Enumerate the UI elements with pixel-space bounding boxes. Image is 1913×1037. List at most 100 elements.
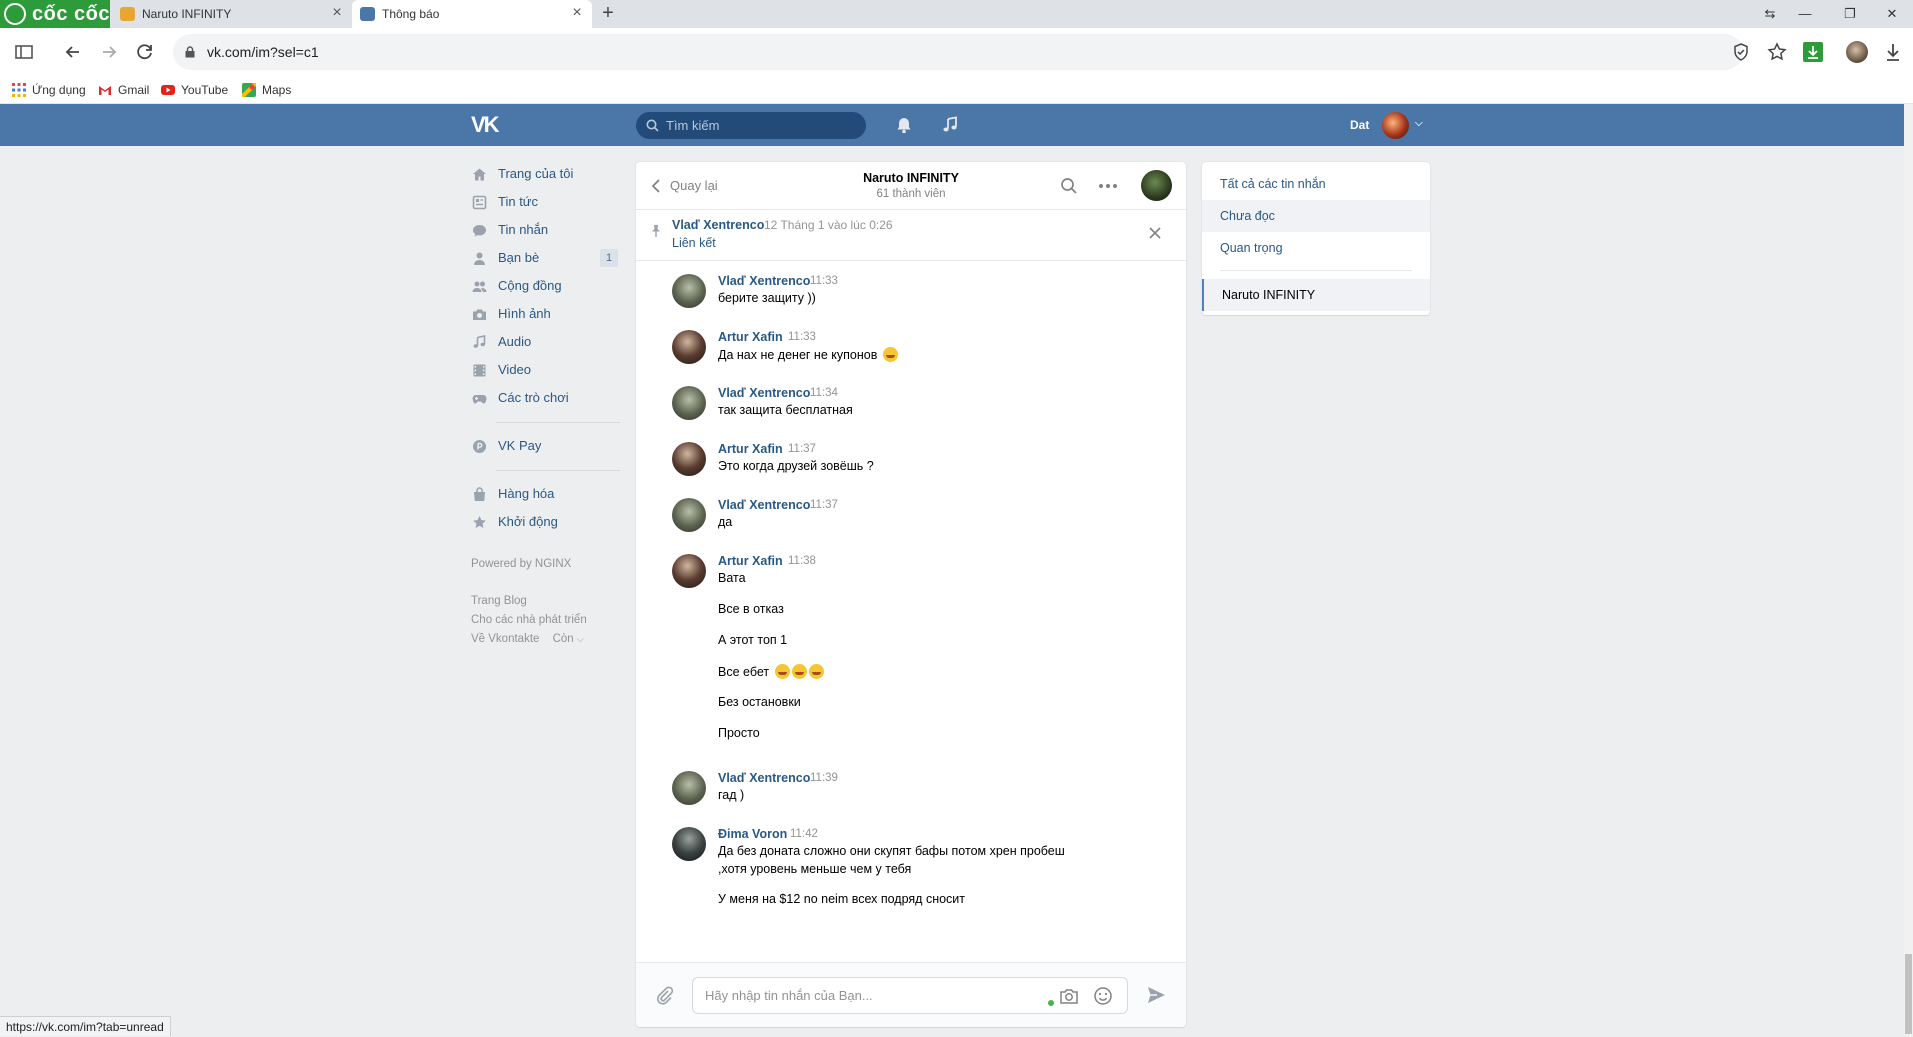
back-arrow-icon[interactable]	[62, 41, 84, 63]
footer-link-about[interactable]: Về Vkontakte	[471, 633, 539, 645]
tab-notifications[interactable]: Thông báo ×	[352, 0, 592, 28]
music-note-icon[interactable]	[941, 116, 959, 134]
sidebar-item-my-page[interactable]: Trang của tôi	[470, 160, 620, 188]
message-author[interactable]: Vlaď Xentrenco	[718, 386, 810, 400]
message-time[interactable]: 11:34	[810, 387, 838, 399]
filter-important[interactable]: Quan trọng	[1202, 232, 1430, 264]
bell-icon[interactable]	[895, 116, 913, 134]
sidebar-item-communities[interactable]: Cộng đồng	[470, 272, 620, 300]
sidebar-item-label: Khởi động	[498, 514, 558, 529]
close-icon[interactable]: ×	[330, 5, 344, 21]
avatar[interactable]	[672, 274, 706, 308]
bookmark-apps[interactable]: Ứng dụng	[12, 76, 86, 104]
restore-button[interactable]: ❐	[1840, 4, 1860, 24]
tab-search-icon[interactable]: ⇆	[1760, 4, 1780, 24]
pinned-author[interactable]: Vlaď Xentrenco	[672, 218, 764, 232]
download-green-icon[interactable]	[1802, 41, 1824, 63]
close-icon[interactable]: ×	[570, 5, 584, 21]
message-time[interactable]: 11:39	[810, 772, 838, 784]
messages-icon	[473, 225, 486, 237]
reload-icon[interactable]	[134, 41, 156, 63]
sidebar-item-label: Tin tức	[498, 194, 539, 209]
sidebar-item-messages[interactable]: Tin nhắn	[470, 216, 620, 244]
message-author[interactable]: Artur Xafin	[718, 554, 783, 568]
sidebar-item-audio[interactable]: Audio	[470, 328, 620, 356]
avatar[interactable]	[672, 386, 706, 420]
gamepad-icon	[472, 395, 487, 404]
window-close-button[interactable]: ✕	[1882, 4, 1902, 24]
bookmark-label: Ứng dụng	[32, 83, 86, 97]
message-time[interactable]: 11:33	[810, 275, 838, 287]
send-icon[interactable]	[1146, 985, 1166, 1005]
message-time[interactable]: 11:37	[810, 499, 838, 511]
left-sidebar-menu: Trang của tôi Tin tức Tin nhắn Bạn bè 1 …	[470, 160, 620, 536]
message-author[interactable]: Vlaď Xentrenco	[718, 274, 810, 288]
avatar[interactable]	[672, 827, 706, 861]
sidebar-item-news[interactable]: Tin tức	[470, 188, 620, 216]
status-bar-url: https://vk.com/im?tab=unread	[0, 1016, 171, 1036]
footer-link-blog[interactable]: Trang Blog	[471, 592, 631, 611]
message-author[interactable]: Artur Xafin	[718, 442, 783, 456]
message-time[interactable]: 11:38	[788, 555, 816, 567]
pinned-message[interactable]: Vlaď Xentrenco 12 Tháng 1 vào lúc 0:26 L…	[636, 210, 1186, 261]
paperclip-icon[interactable]	[654, 985, 674, 1005]
bookmark-youtube[interactable]: YouTube	[161, 76, 228, 104]
tab-naruto[interactable]: Naruto INFINITY ×	[112, 0, 352, 28]
search-input[interactable]	[664, 112, 859, 139]
download-icon[interactable]	[1882, 41, 1904, 63]
sidebar-item-photos[interactable]: Hình ảnh	[470, 300, 620, 328]
page-scrollbar[interactable]	[1904, 104, 1913, 1036]
avatar[interactable]	[672, 442, 706, 476]
star-bookmark-icon[interactable]	[1766, 41, 1788, 63]
video-icon	[473, 364, 486, 377]
friends-icon	[474, 252, 485, 265]
filter-unread[interactable]: Chưa đọc	[1202, 200, 1430, 232]
address-bar[interactable]: vk.com/im?sel=c1	[173, 34, 1748, 70]
bookmark-gmail[interactable]: Gmail	[98, 76, 149, 104]
vk-search-box[interactable]	[636, 112, 866, 139]
message-author[interactable]: Vlaď Xentrenco	[718, 498, 810, 512]
avatar[interactable]	[672, 498, 706, 532]
shield-icon[interactable]	[1731, 42, 1751, 62]
pinned-link[interactable]: Liên kết	[672, 236, 716, 250]
message-input[interactable]	[703, 978, 1023, 1013]
chat-avatar[interactable]	[1141, 170, 1172, 201]
message-time[interactable]: 11:37	[788, 443, 816, 455]
sidebar-item-vkpay[interactable]: VK Pay	[470, 432, 620, 460]
close-icon[interactable]	[1148, 226, 1162, 240]
sidebar-item-goods[interactable]: Hàng hóa	[470, 480, 620, 508]
sidebar-item-video[interactable]: Video	[470, 356, 620, 384]
sidebar-toggle-icon[interactable]	[13, 41, 35, 63]
message-time[interactable]: 11:42	[790, 828, 818, 840]
message-time[interactable]: 11:33	[788, 331, 816, 343]
forward-arrow-icon[interactable]	[98, 41, 120, 63]
vk-logo[interactable]: VK	[471, 114, 505, 136]
footer-more-button[interactable]: Còn ⌵	[553, 633, 584, 645]
message-author[interactable]: Vlaď Xentrenco	[718, 771, 810, 785]
sidebar-item-launch[interactable]: Khởi động	[470, 508, 620, 536]
sidebar-item-friends[interactable]: Bạn bè 1	[470, 244, 620, 272]
message-text: Без остановки	[718, 695, 801, 709]
search-icon[interactable]	[1060, 177, 1078, 195]
profile-avatar[interactable]	[1846, 41, 1868, 63]
sidebar-item-games[interactable]: Các trò chơi	[470, 384, 620, 412]
camera-icon[interactable]	[1059, 987, 1079, 1005]
new-tab-button[interactable]: +	[598, 3, 618, 24]
url-text[interactable]: vk.com/im?sel=c1	[207, 34, 319, 70]
browser-brand[interactable]: cốc cốc	[0, 0, 110, 28]
active-chat-item[interactable]: Naruto INFINITY	[1202, 279, 1430, 311]
footer-link-developers[interactable]: Cho các nhà phát triển	[471, 611, 631, 630]
avatar[interactable]	[672, 554, 706, 588]
message-author[interactable]: Đima Voron	[718, 827, 787, 841]
smile-icon[interactable]	[1093, 986, 1113, 1006]
avatar[interactable]	[672, 330, 706, 364]
message-input-box[interactable]	[692, 977, 1128, 1014]
apps-grid-icon	[12, 83, 26, 97]
more-dots-icon[interactable]	[1098, 177, 1118, 195]
message-author[interactable]: Artur Xafin	[718, 330, 783, 344]
filter-all-messages[interactable]: Tất cả các tin nhắn	[1202, 168, 1430, 200]
avatar[interactable]	[672, 771, 706, 805]
minimize-button[interactable]: —	[1795, 4, 1815, 24]
scrollbar-thumb[interactable]	[1905, 954, 1912, 1034]
bookmark-maps[interactable]: Maps	[242, 76, 291, 104]
